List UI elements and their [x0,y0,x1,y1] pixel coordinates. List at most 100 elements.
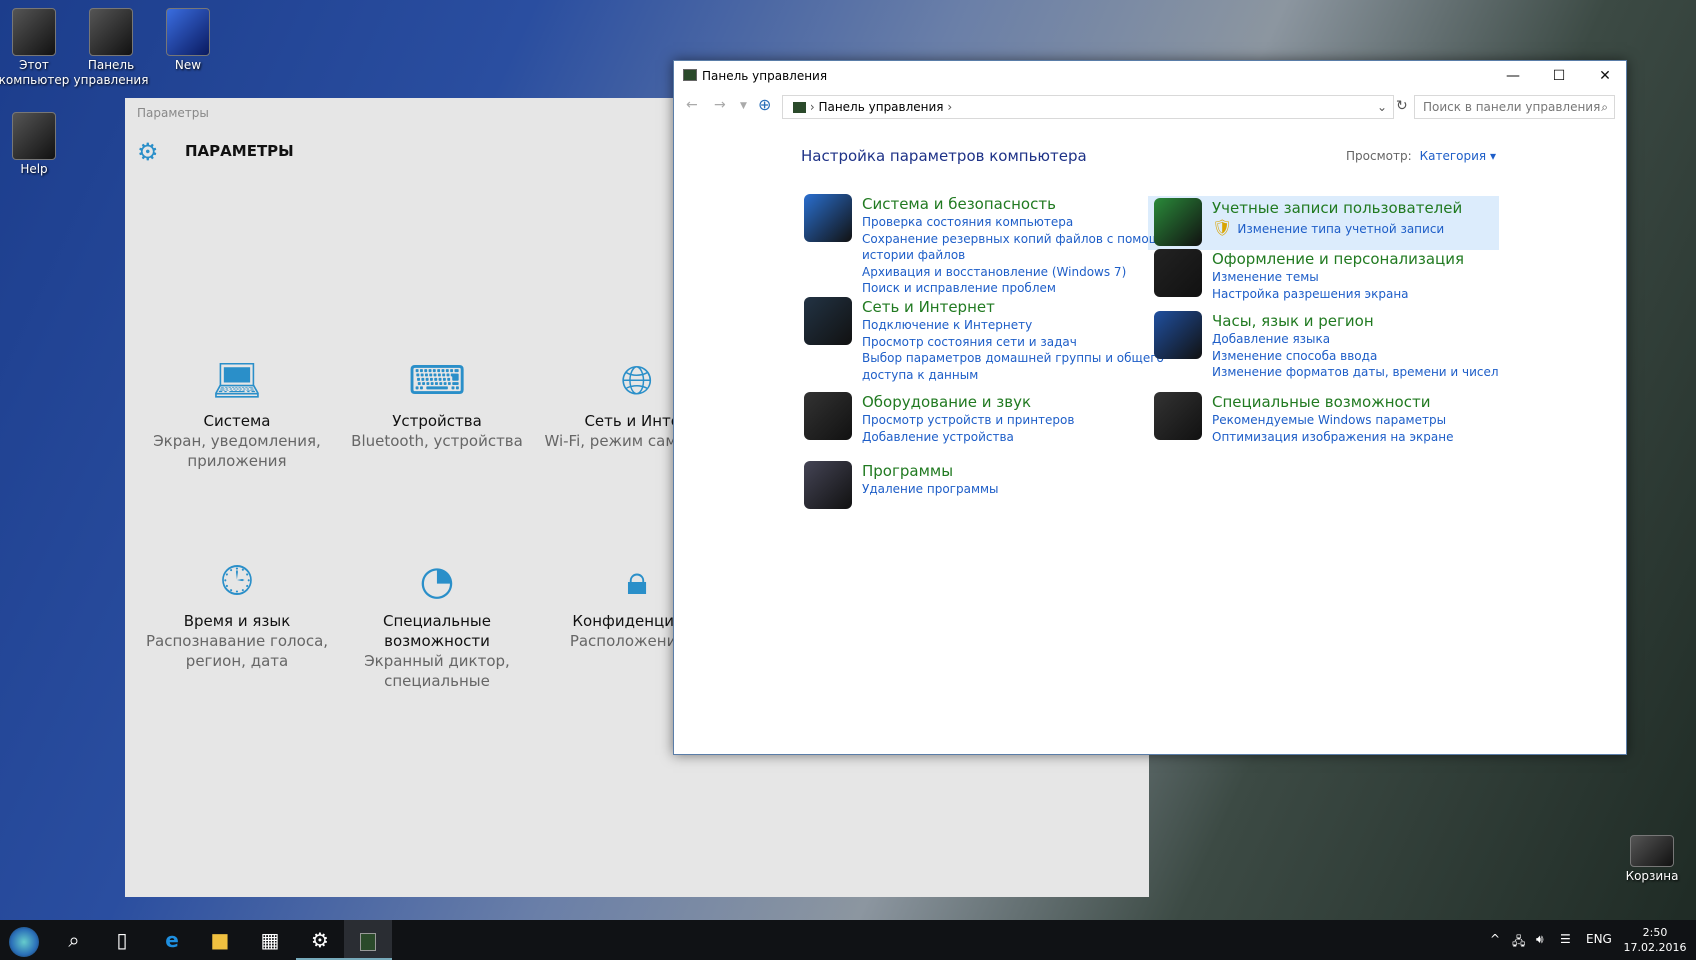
close-button[interactable]: ✕ [1582,61,1628,91]
settings-tile-time-language[interactable]: 🕒︎ Время и язык Распознавание голоса, реги… [142,553,332,671]
view-dropdown[interactable]: Категория ▾ [1420,149,1496,163]
category-icon [1154,311,1202,359]
settings-tile-ease-of-access[interactable]: ◔ Специальные возможности Экранный диктор,… [342,553,532,691]
category-icon [1154,249,1202,297]
category-link[interactable]: Просмотр состояния сети и задач [862,334,1202,351]
recent-dropdown[interactable]: ▼ [740,101,747,111]
category-link[interactable]: Добавление устройства [862,429,1202,446]
category-link[interactable]: Изменение темы [1212,269,1552,286]
category-link[interactable]: Удаление программы [862,481,1202,498]
chevron-down-icon[interactable]: ⌄ [1377,96,1387,118]
category-left-3: Программы Удаление программы [804,461,1202,509]
taskbar: ⌕ ▯ e ■ ▦ ⚙ ^ 🖧︎ 🔊︎ ☰ ENG 2:50 17.02.2016 [0,920,1696,960]
store-button[interactable]: ▦ [246,920,294,960]
category-link[interactable]: Выбор параметров домашней группы и общег… [862,350,1202,383]
settings-header: ПАРАМЕТРЫ [185,142,294,160]
forward-button[interactable]: → [714,97,726,113]
user-icon [166,8,210,56]
category-link[interactable]: Рекомендуемые Windows параметры [1212,412,1552,429]
page-title: Настройка параметров компьютера [801,147,1087,165]
category-icon [1154,198,1202,246]
category-icon [804,392,852,440]
clock[interactable]: 2:50 17.02.2016 [1622,925,1688,955]
category-link[interactable]: Поиск и исправление проблем [862,280,1202,297]
volume-icon[interactable]: 🔊︎ [1536,932,1544,947]
ease-of-access-icon: ◔ [419,558,455,604]
category-left-1: Сеть и Интернет Подключение к Интернету Пр… [804,297,1202,383]
breadcrumb[interactable]: Панель управления [818,100,943,114]
search-icon: ⌕ [68,928,80,952]
category-link[interactable]: Изменение способа ввода [1212,348,1552,365]
control-panel-taskbar-button[interactable] [344,920,392,960]
category-title[interactable]: Система и безопасность [862,194,1202,214]
category-title[interactable]: Специальные возможности [1212,392,1552,412]
help-icon [12,112,56,160]
task-view-button[interactable]: ▯ [98,920,146,960]
search-input[interactable]: Поиск в панели управления ⌕ [1414,95,1615,119]
category-link[interactable]: Подключение к Интернету [862,317,1202,334]
category-right-1: Оформление и персонализация Изменение тем… [1154,249,1552,303]
folder-icon: ■ [210,928,230,952]
start-button[interactable] [0,920,48,960]
file-explorer-button[interactable]: ■ [196,920,244,960]
category-icon [804,194,852,242]
show-hidden-icons-button[interactable]: ^ [1490,932,1500,946]
category-left-0: Система и безопасность Проверка состояния… [804,194,1202,297]
control-panel-window: Панель управления — ☐ ✕ ← → ▼ ⊕ › Панель… [673,60,1627,755]
back-button[interactable]: ← [686,97,698,113]
settings-tile-devices[interactable]: ⌨ Устройства Bluetooth, устройства [342,353,532,451]
action-center-icon[interactable]: ☰ [1560,932,1571,946]
edge-icon: e [165,928,179,952]
time-language-icon: 🕒︎ [221,558,253,604]
desktop-icon-control-panel[interactable]: Панель управления [71,8,151,88]
search-button[interactable]: ⌕ [50,920,98,960]
control-panel-icon [89,8,133,56]
category-icon [804,461,852,509]
settings-tile-system[interactable]: 💻︎ Система Экран, уведомления, приложения [142,353,332,471]
windows-logo-icon [9,926,39,957]
category-link[interactable]: Оптимизация изображения на экране [1212,429,1552,446]
category-link[interactable]: Проверка состояния компьютера [862,214,1202,231]
recycle-bin-icon [1630,835,1674,867]
category-title[interactable]: Оформление и персонализация [1212,249,1552,269]
gear-icon: ⚙ [137,138,159,166]
category-link[interactable]: Просмотр устройств и принтеров [862,412,1202,429]
category-title[interactable]: Часы, язык и регион [1212,311,1552,331]
computer-icon [12,8,56,56]
category-right-3: Специальные возможности Рекомендуемые Win… [1154,392,1552,446]
desktop-icon-this-pc[interactable]: Этот компьютер [0,8,74,88]
control-panel-icon [360,932,376,951]
desktop-icon-recycle-bin[interactable]: Корзина [1612,835,1692,884]
desktop-icon-new[interactable]: New [148,8,228,73]
devices-icon: ⌨ [408,358,466,404]
address-bar[interactable]: › Панель управления › ⌄ [782,95,1394,119]
category-link[interactable]: Настройка разрешения экрана [1212,286,1552,303]
edge-button[interactable]: e [148,920,196,960]
control-panel-icon [793,102,806,113]
laptop-icon: 💻︎ [211,358,263,404]
category-link[interactable]: Добавление языка [1212,331,1552,348]
category-title[interactable]: Учетные записи пользователей [1212,198,1552,218]
category-icon [804,297,852,345]
desktop-icon-help[interactable]: Help [0,112,74,177]
window-title: Панель управления [702,69,828,83]
category-title[interactable]: Сеть и Интернет [862,297,1202,317]
category-link[interactable]: Изменение типа учетной записи [1237,222,1444,236]
title-bar[interactable]: Панель управления — ☐ ✕ [674,61,1626,91]
category-title[interactable]: Программы [862,461,1202,481]
up-icon[interactable]: ⊕ [758,95,771,114]
network-icon[interactable]: 🖧︎ [1512,932,1525,953]
refresh-button[interactable]: ↻ [1396,98,1408,114]
search-icon: ⌕ [1601,100,1608,114]
maximize-button[interactable]: ☐ [1536,61,1582,91]
category-right-2: Часы, язык и регион Добавление языка Измен… [1154,311,1552,381]
minimize-button[interactable]: — [1490,61,1536,91]
settings-taskbar-button[interactable]: ⚙ [296,920,344,960]
category-link[interactable]: Архивация и восстановление (Windows 7) [862,264,1202,281]
control-panel-icon [683,69,697,81]
category-link[interactable]: Изменение форматов даты, времени и чисел [1212,364,1552,381]
shield-icon: 🛡︎ [1212,218,1238,237]
language-indicator[interactable]: ENG [1586,932,1612,946]
category-title[interactable]: Оборудование и звук [862,392,1202,412]
category-link[interactable]: Сохранение резервных копий файлов с помо… [862,231,1202,264]
